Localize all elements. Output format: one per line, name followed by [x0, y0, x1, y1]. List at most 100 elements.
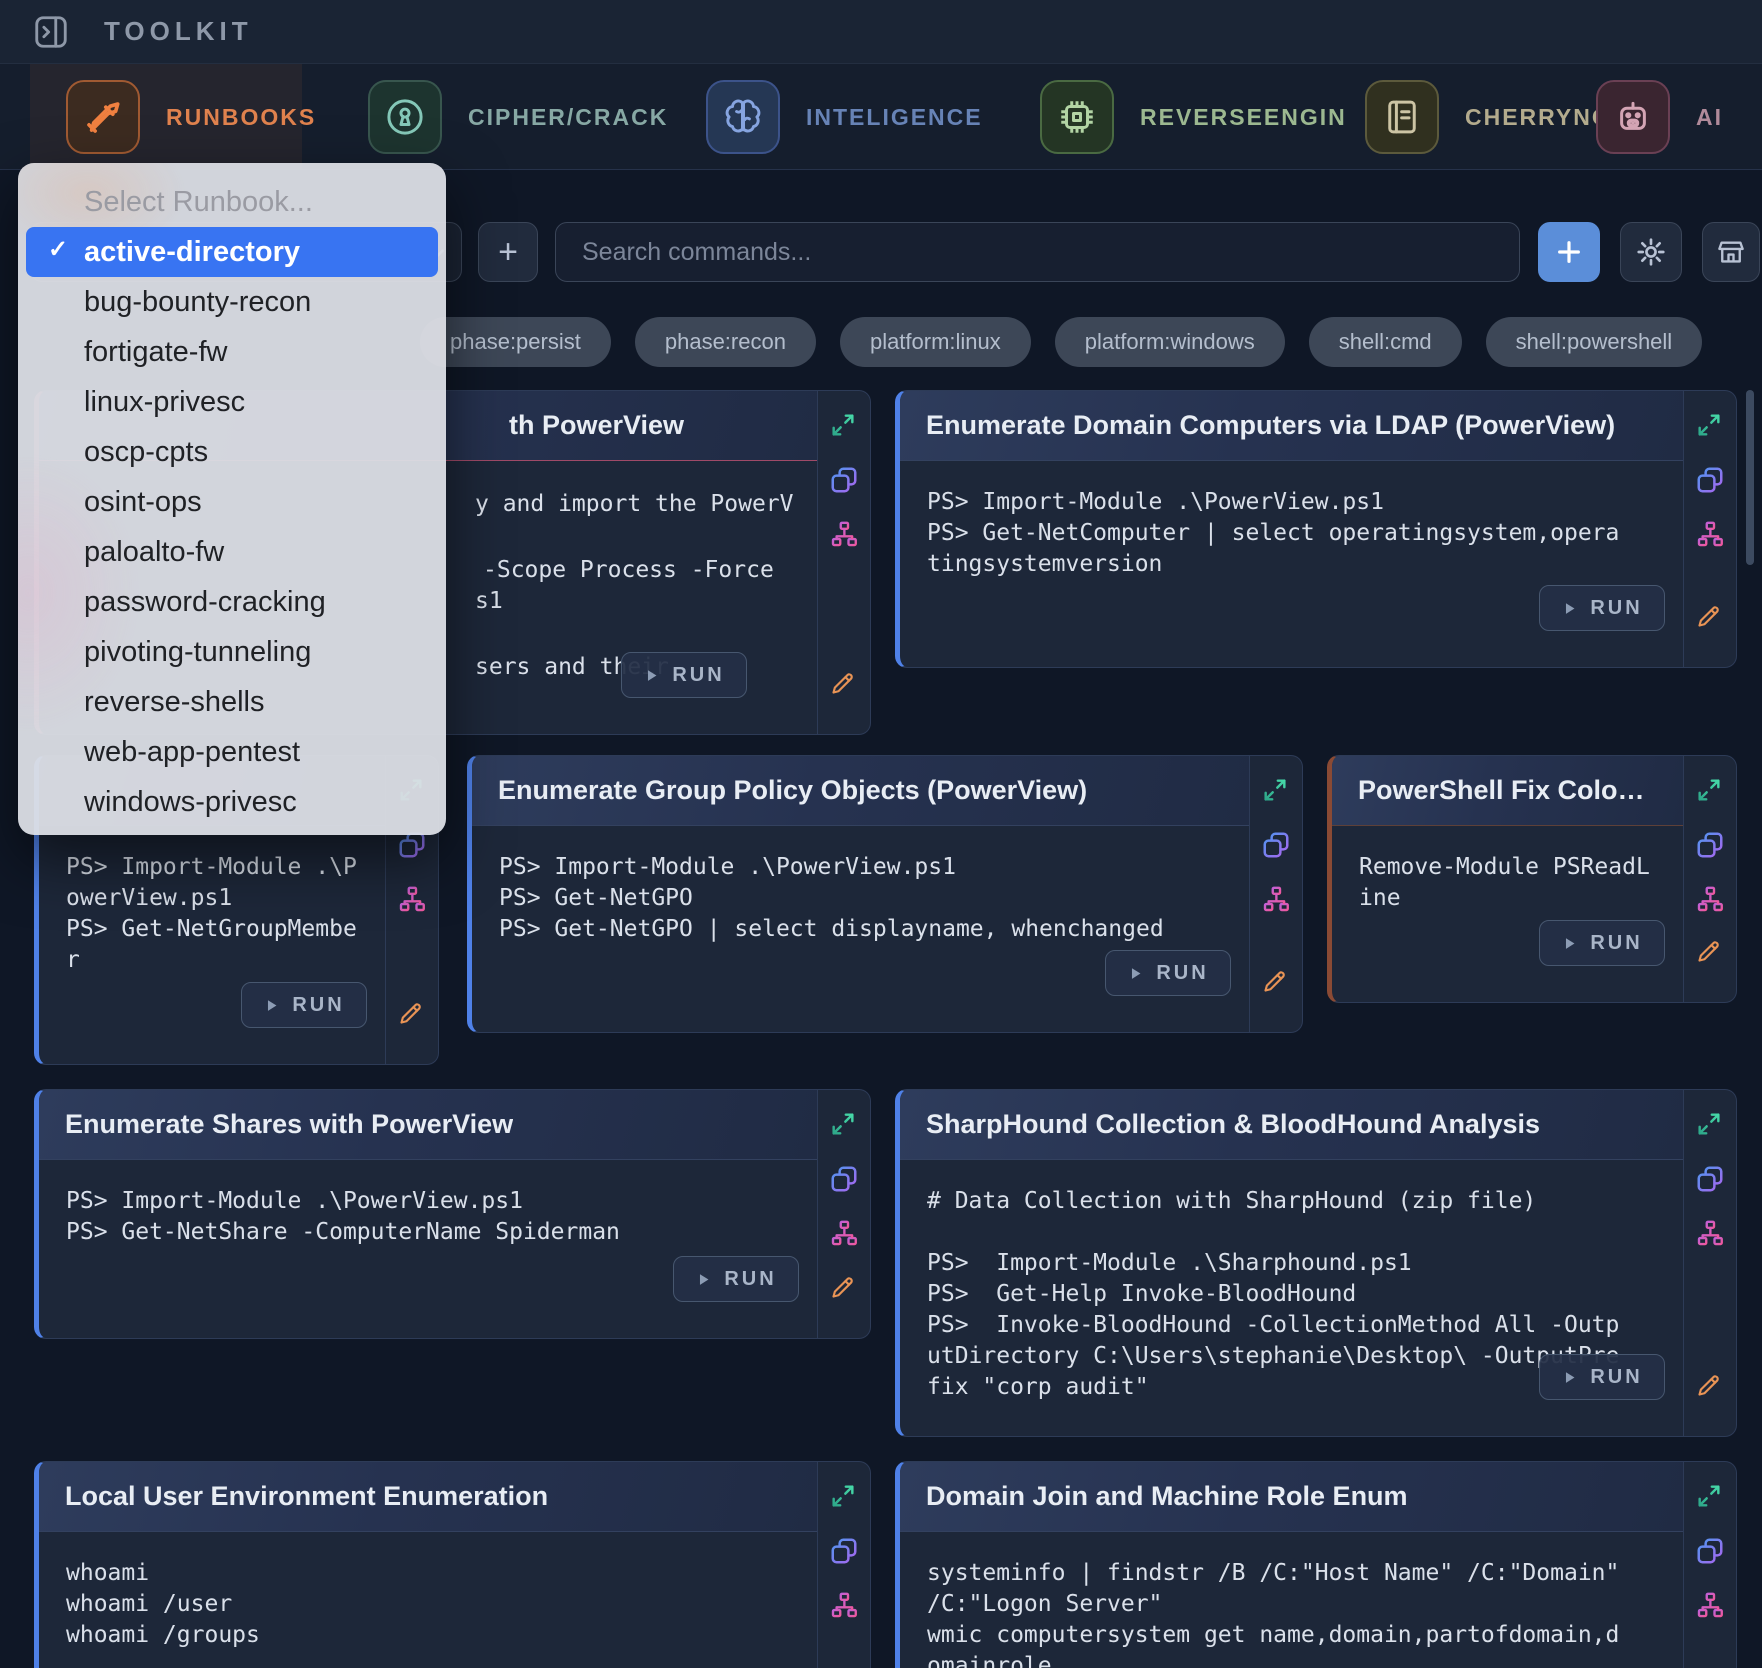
card-title: Enumerate Domain Computers via LDAP (Pow… — [926, 410, 1615, 441]
dropdown-option[interactable]: bug-bounty-recon — [18, 277, 446, 327]
filter-chip[interactable]: shell:cmd — [1309, 317, 1462, 367]
sitemap-icon[interactable] — [829, 1590, 859, 1620]
scrollbar-thumb[interactable] — [1746, 390, 1754, 565]
run-label: RUN — [1590, 932, 1642, 955]
edit-pencil-icon[interactable] — [1695, 1372, 1725, 1402]
dropdown-option[interactable]: password-cracking — [18, 577, 446, 627]
dropdown-option[interactable]: pivoting-tunneling — [18, 627, 446, 677]
copy-icon[interactable] — [1695, 1536, 1725, 1566]
command-card: Local User Environment Enumerationwhoami… — [34, 1461, 871, 1668]
dropdown-option[interactable]: fortigate-fw — [18, 327, 446, 377]
sitemap-icon[interactable] — [1695, 884, 1725, 914]
code-block: # Data Collection with SharpHound (zip f… — [927, 1186, 1625, 1403]
tab-label: REVERSEENGIN — [1140, 104, 1347, 131]
store-button[interactable] — [1702, 222, 1760, 282]
code-block: PS> Import-Module .\PowerView.ps1 PS> Ge… — [66, 852, 362, 976]
filter-chip[interactable]: phase:recon — [635, 317, 816, 367]
search-input[interactable] — [555, 222, 1520, 282]
sword-icon — [66, 80, 140, 154]
card-title: Enumerate Shares with PowerView — [65, 1109, 513, 1140]
command-card: Enumerate Domain Computers via LDAP (Pow… — [895, 390, 1737, 668]
copy-icon[interactable] — [829, 1536, 859, 1566]
tab-cipher-crack[interactable]: CIPHER/CRACK — [368, 64, 668, 170]
filter-chip[interactable]: shell:powershell — [1486, 317, 1703, 367]
filter-chip[interactable]: platform:linux — [840, 317, 1031, 367]
settings-button[interactable] — [1620, 222, 1682, 282]
notebook-icon — [1365, 80, 1439, 154]
expand-icon[interactable] — [1695, 1482, 1725, 1512]
card-action-strip — [1249, 756, 1302, 1032]
tab-runbooks[interactable]: RUNBOOKS — [66, 64, 316, 170]
copy-icon[interactable] — [829, 1164, 859, 1194]
tab-ai[interactable]: AI — [1596, 64, 1723, 170]
runbook-dropdown: Select Runbook...✓active-directorybug-bo… — [18, 163, 446, 835]
run-button[interactable]: RUN — [1539, 1354, 1665, 1400]
run-button[interactable]: RUN — [621, 652, 747, 698]
card-header: Enumerate Domain Computers via LDAP (Pow… — [900, 391, 1683, 461]
copy-icon[interactable] — [1695, 465, 1725, 495]
sitemap-icon[interactable] — [829, 519, 859, 549]
tab-label: RUNBOOKS — [166, 104, 316, 131]
expand-icon[interactable] — [1261, 776, 1291, 806]
add-command-button[interactable] — [1538, 222, 1600, 282]
tab-reverseengin[interactable]: REVERSEENGIN — [1040, 64, 1347, 170]
copy-icon[interactable] — [1695, 1164, 1725, 1194]
sitemap-icon[interactable] — [1261, 884, 1291, 914]
edit-pencil-icon[interactable] — [829, 670, 859, 700]
copy-icon[interactable] — [829, 465, 859, 495]
code-block: whoami whoami /user whoami /groups — [66, 1558, 764, 1651]
expand-icon[interactable] — [829, 1482, 859, 1512]
card-main: Domain Join and Machine Role Enumsystemi… — [900, 1462, 1683, 1668]
tab-label: AI — [1696, 104, 1723, 131]
card-body: whoami whoami /user whoami /groupsRUN — [39, 1532, 817, 1668]
expand-icon[interactable] — [1695, 1110, 1725, 1140]
sitemap-icon[interactable] — [397, 884, 427, 914]
expand-icon[interactable] — [829, 1110, 859, 1140]
run-button[interactable]: RUN — [1539, 920, 1665, 966]
edit-pencil-icon[interactable] — [1695, 603, 1725, 633]
run-button[interactable]: RUN — [241, 982, 367, 1028]
tab-inteligence[interactable]: INTELIGENCE — [706, 64, 983, 170]
dropdown-option[interactable]: ✓active-directory — [26, 227, 438, 277]
edit-pencil-icon[interactable] — [1695, 938, 1725, 968]
run-button[interactable]: RUN — [1539, 585, 1665, 631]
edit-pencil-icon[interactable] — [1261, 968, 1291, 998]
edit-pencil-icon[interactable] — [397, 1000, 427, 1030]
dropdown-option[interactable]: web-app-pentest — [18, 727, 446, 777]
sitemap-icon[interactable] — [829, 1218, 859, 1248]
code-block: PS> Import-Module .\PowerView.ps1 PS> Ge… — [66, 1186, 764, 1248]
copy-icon[interactable] — [1261, 830, 1291, 860]
tab-label: CIPHER/CRACK — [468, 104, 668, 131]
dropdown-option[interactable]: linux-privesc — [18, 377, 446, 427]
gear-icon — [1635, 236, 1667, 268]
card-main: SharpHound Collection & BloodHound Analy… — [900, 1090, 1683, 1436]
run-button[interactable]: RUN — [1105, 950, 1231, 996]
chip-icon — [1040, 80, 1114, 154]
command-card: Enumerate Shares with PowerView PS> Impor… — [34, 1089, 871, 1339]
dropdown-option[interactable]: osint-ops — [18, 477, 446, 527]
command-card: PowerShell Fix Colo…Remove-Module PSRead… — [1327, 755, 1737, 1003]
card-title: SharpHound Collection & BloodHound Analy… — [926, 1109, 1540, 1140]
expand-icon[interactable] — [1695, 776, 1725, 806]
new-tab-button[interactable]: + — [478, 222, 538, 282]
dropdown-option[interactable]: reverse-shells — [18, 677, 446, 727]
dropdown-option[interactable]: oscp-cpts — [18, 427, 446, 477]
command-card: SharpHound Collection & BloodHound Analy… — [895, 1089, 1737, 1437]
filter-chip[interactable]: platform:windows — [1055, 317, 1285, 367]
run-button[interactable]: RUN — [673, 1256, 799, 1302]
copy-icon[interactable] — [1695, 830, 1725, 860]
edit-pencil-icon[interactable] — [829, 1274, 859, 1304]
expand-icon[interactable] — [829, 411, 859, 441]
card-action-strip — [1683, 1090, 1736, 1436]
dropdown-option[interactable]: windows-privesc — [18, 777, 446, 827]
sitemap-icon[interactable] — [1695, 519, 1725, 549]
filter-chip-row: phase:persist phase:recon platform:linux pl… — [420, 317, 1702, 367]
expand-icon[interactable] — [1695, 411, 1725, 441]
card-main: Enumerate Group Policy Objects (PowerVie… — [472, 756, 1249, 1032]
sitemap-icon[interactable] — [1695, 1218, 1725, 1248]
panel-toggle-icon[interactable] — [32, 13, 70, 51]
dropdown-option[interactable]: paloalto-fw — [18, 527, 446, 577]
card-body: PS> Import-Module .\PowerView.ps1 PS> Ge… — [39, 826, 385, 1064]
filter-chip[interactable]: phase:persist — [420, 317, 611, 367]
sitemap-icon[interactable] — [1695, 1590, 1725, 1620]
